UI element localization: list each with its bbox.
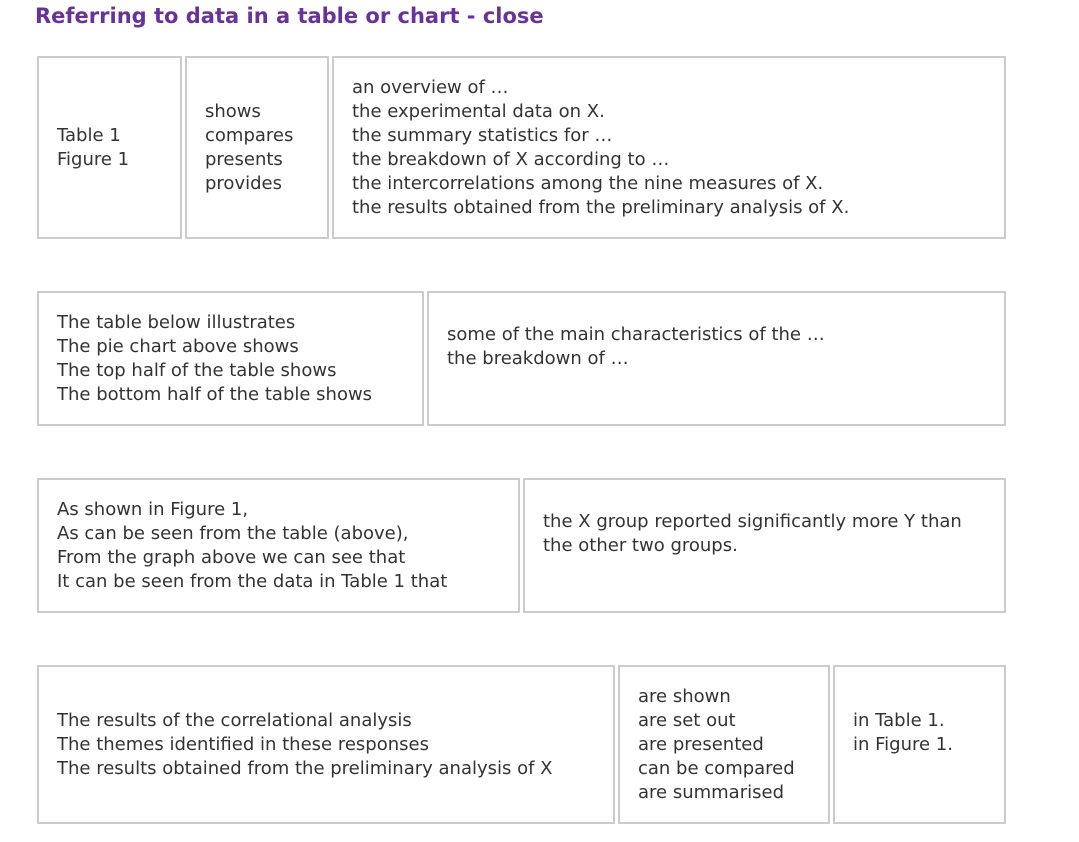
phrase-line: the other two groups. — [543, 534, 738, 556]
phrase-line: presents — [205, 148, 283, 170]
phrase-line: Figure 1 — [57, 148, 130, 170]
cell-r4-c3: in Table 1. in Figure 1. — [833, 665, 1006, 824]
cell-r4-c1: The results of the correlational analysi… — [37, 665, 615, 824]
phrase-line: As shown in Figure 1, — [57, 498, 249, 520]
cell-lines: the X group reported significantly more … — [543, 510, 962, 558]
cell-lines: The table below illustrates The pie char… — [57, 311, 372, 407]
cell-r4-c2: are shown are set out are presented can … — [618, 665, 830, 824]
phrase-line: are set out — [638, 709, 736, 731]
cell-lines: are shown are set out are presented can … — [638, 685, 795, 805]
cell-r2-c2: some of the main characteristics of the … — [427, 291, 1006, 426]
cell-lines: some of the main characteristics of the … — [447, 323, 825, 371]
cell-lines: shows compares presents provides — [205, 100, 293, 196]
phrase-line: can be compared — [638, 757, 795, 779]
phrase-line: in Figure 1. — [853, 733, 953, 755]
phrase-line: are presented — [638, 733, 764, 755]
phrase-line: The pie chart above shows — [57, 335, 299, 357]
cell-lines: The results of the correlational analysi… — [57, 709, 553, 781]
cell-r1-c3: an overview of … the experimental data o… — [332, 56, 1006, 239]
phrase-line: As can be seen from the table (above), — [57, 522, 409, 544]
page-title: Referring to data in a table or chart - … — [35, 4, 544, 28]
phrase-line: From the graph above we can see that — [57, 546, 406, 568]
phrase-line: the breakdown of X according to … — [352, 148, 670, 170]
phrase-line: The results of the correlational analysi… — [57, 709, 412, 731]
phrase-line: the results obtained from the preliminar… — [352, 196, 850, 218]
cell-r3-c2: the X group reported significantly more … — [523, 478, 1006, 613]
phrase-line: the X group reported significantly more … — [543, 510, 962, 532]
phrase-line: compares — [205, 124, 294, 146]
phrase-line: the breakdown of … — [447, 347, 629, 369]
phrase-line: some of the main characteristics of the … — [447, 323, 825, 345]
phrase-line: The top half of the table shows — [57, 359, 337, 381]
cell-lines: As shown in Figure 1, As can be seen fro… — [57, 498, 447, 594]
phrase-line: The themes identified in these responses — [57, 733, 429, 755]
cell-r1-c1: Table 1 Figure 1 — [37, 56, 182, 239]
cell-lines: in Table 1. in Figure 1. — [853, 709, 953, 757]
phrase-line: the intercorrelations among the nine mea… — [352, 172, 824, 194]
phrase-line: the experimental data on X. — [352, 100, 605, 122]
phrase-line: provides — [205, 172, 282, 194]
phrase-line: the summary statistics for … — [352, 124, 613, 146]
phrase-line: an overview of … — [352, 76, 509, 98]
phrase-line: Table 1 — [57, 124, 121, 146]
phrase-line: The results obtained from the preliminar… — [57, 757, 553, 779]
cell-lines: Table 1 Figure 1 — [57, 124, 129, 172]
cell-r3-c1: As shown in Figure 1, As can be seen fro… — [37, 478, 520, 613]
phrase-line: The bottom half of the table shows — [57, 383, 373, 405]
cell-lines: an overview of … the experimental data o… — [352, 76, 849, 220]
phrase-line: The table below illustrates — [57, 311, 296, 333]
phrase-line: in Table 1. — [853, 709, 945, 731]
phrase-line: shows — [205, 100, 261, 122]
cell-r2-c1: The table below illustrates The pie char… — [37, 291, 424, 426]
phrase-line: are shown — [638, 685, 731, 707]
phrase-line: are summarised — [638, 781, 784, 803]
phrase-line: It can be seen from the data in Table 1 … — [57, 570, 448, 592]
cell-r1-c2: shows compares presents provides — [185, 56, 329, 239]
